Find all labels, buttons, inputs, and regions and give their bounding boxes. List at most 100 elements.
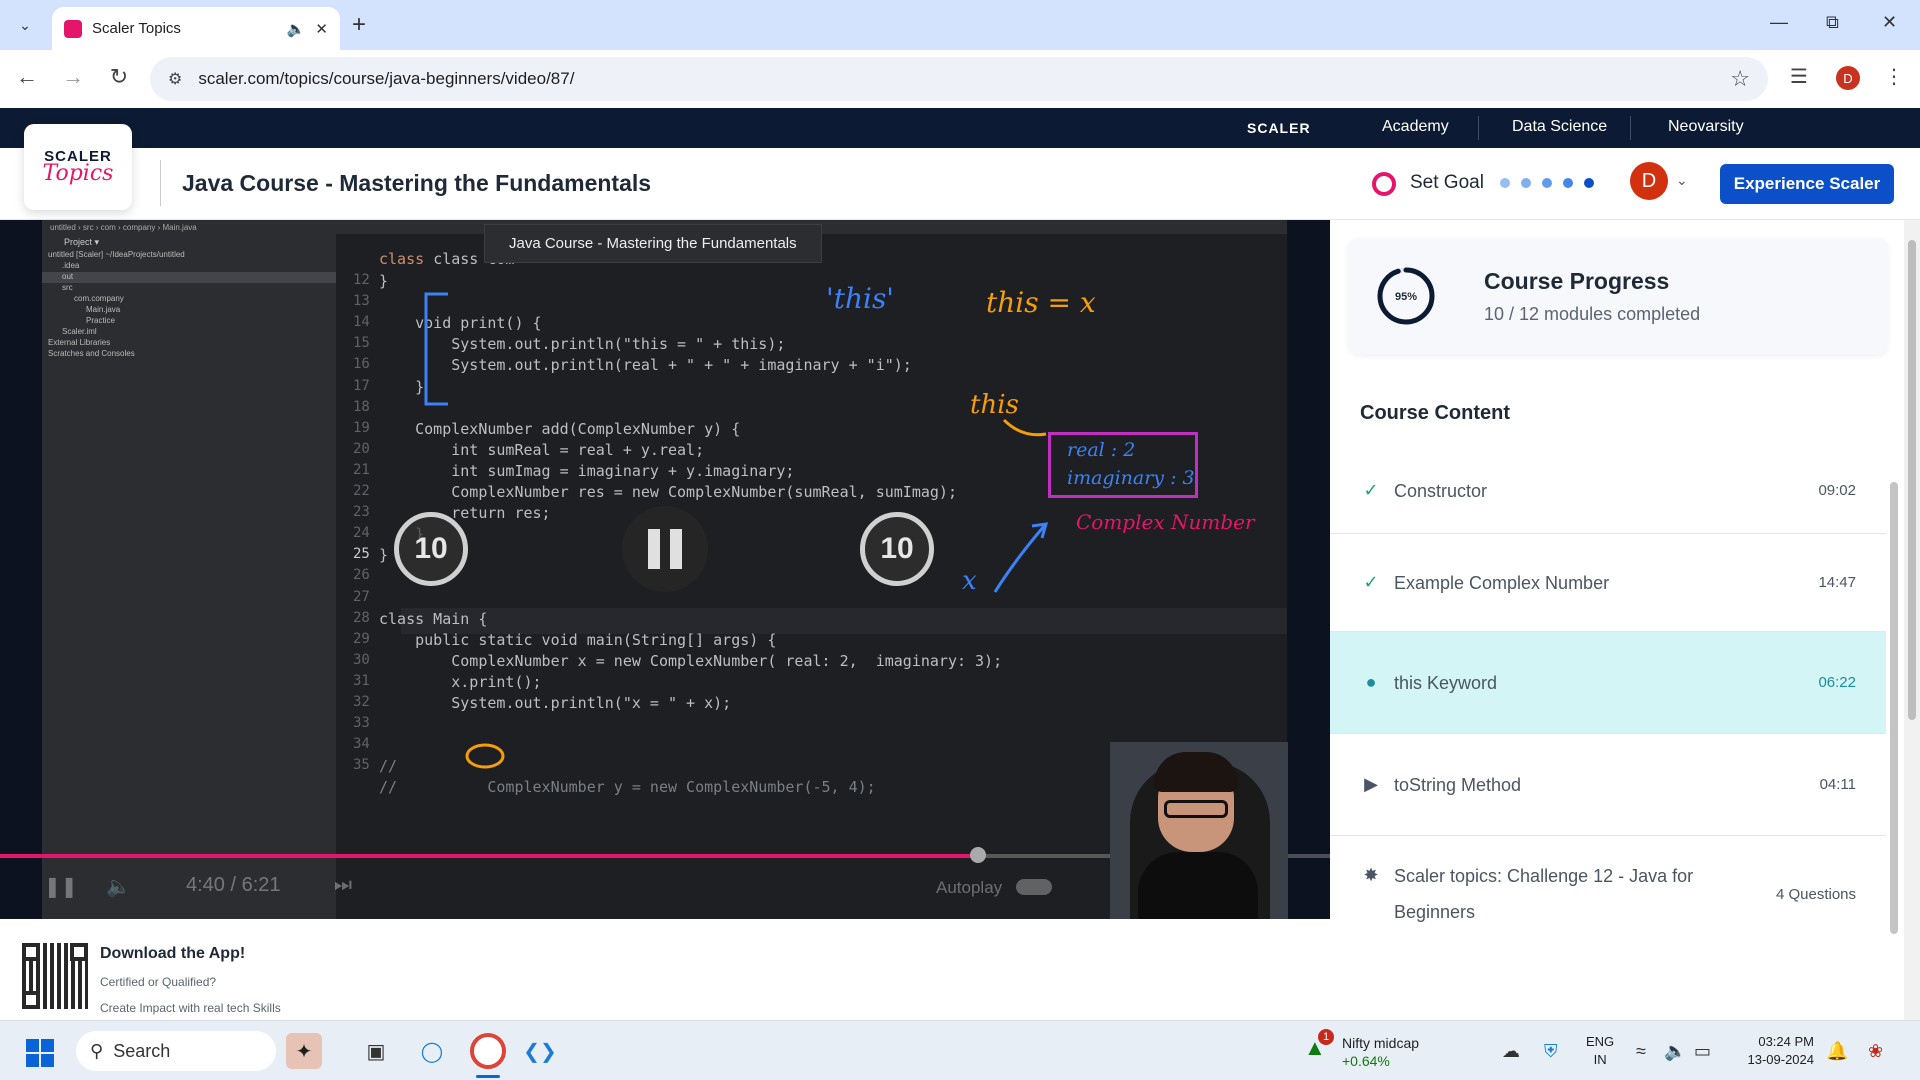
lesson-duration: 04:11 xyxy=(1819,776,1856,793)
video-scrubber[interactable] xyxy=(969,847,986,863)
annotation-circle xyxy=(465,743,505,769)
back-icon[interactable]: ← xyxy=(12,64,42,90)
copilot-icon[interactable]: ✦ xyxy=(286,1033,322,1069)
code-line: public static void main(String[] args) { xyxy=(379,630,777,649)
chrome-icon[interactable] xyxy=(470,1033,506,1069)
minimize-icon[interactable]: — xyxy=(1770,12,1788,33)
line-number: 12 xyxy=(353,272,370,288)
code-line: return res; xyxy=(379,504,551,523)
wifi-icon[interactable]: ≈ xyxy=(1636,1041,1646,1062)
line-number: 14 xyxy=(353,314,370,331)
nav-divider xyxy=(1630,116,1631,140)
omnibox[interactable]: ⚙ scaler.com/topics/course/java-beginner… xyxy=(150,57,1768,101)
reload-icon[interactable]: ↻ xyxy=(104,64,134,90)
taskbar-search[interactable]: ⚲ Search xyxy=(76,1031,276,1071)
onedrive-icon[interactable]: ☁ xyxy=(1502,1041,1520,1062)
chrome-menu-icon[interactable]: ⋮ xyxy=(1884,64,1904,89)
lesson-item[interactable]: ▶ toString Method 04:11 xyxy=(1330,734,1886,836)
line-number: 23 xyxy=(353,504,370,521)
nav-data-science[interactable]: Data Science xyxy=(1512,118,1607,136)
code-line: } xyxy=(379,546,389,565)
task-view-icon[interactable]: ▣ xyxy=(358,1033,394,1069)
nav-divider xyxy=(1478,116,1479,140)
pause-button[interactable] xyxy=(622,506,708,592)
bookmark-star-icon[interactable]: ☆ xyxy=(1730,66,1750,92)
nav-neovarsity[interactable]: Neovarsity xyxy=(1668,118,1744,136)
chrome-profile-avatar[interactable]: D xyxy=(1836,66,1860,90)
site-settings-icon[interactable]: ⚙ xyxy=(168,69,182,89)
download-title[interactable]: Download the App! xyxy=(100,945,245,963)
scaler-topics-logo[interactable]: SCALER Topics xyxy=(24,124,132,210)
defender-icon[interactable]: ⛨ xyxy=(1544,1041,1558,1062)
language-code: ENG xyxy=(1586,1034,1615,1049)
speaker-icon[interactable]: 🔈 xyxy=(287,20,306,38)
check-circle-icon: ✓ xyxy=(1363,480,1379,500)
logo-bottom-text: Topics xyxy=(42,161,114,186)
scaler-brand-link[interactable]: SCALER xyxy=(1247,120,1311,136)
line-number: 35 xyxy=(353,757,370,774)
url-text[interactable]: scaler.com/topics/course/java-beginners/… xyxy=(198,69,1730,89)
lesson-item[interactable]: ✓ Example Complex Number 14:47 xyxy=(1330,534,1886,632)
code-line: int sumImag = imaginary + y.imaginary; xyxy=(379,461,795,480)
code-line: // ComplexNumber y = new ComplexNumber(-… xyxy=(379,778,876,797)
notifications-bell-icon[interactable]: 🔔 xyxy=(1826,1041,1848,1062)
language-indicator[interactable]: ENG IN xyxy=(1586,1033,1614,1069)
code-line: System.out.println(real + " + " + imagin… xyxy=(379,356,912,375)
set-goal-button[interactable]: Set Goal xyxy=(1410,172,1484,194)
copilot-tray-icon[interactable]: ❀ xyxy=(1868,1041,1883,1062)
edge-icon[interactable]: ◯ xyxy=(414,1033,450,1069)
scaler-favicon-icon xyxy=(64,19,82,38)
next-video-icon[interactable]: ⏭ xyxy=(334,874,352,897)
lesson-item[interactable]: ✓ Constructor 09:02 xyxy=(1330,448,1886,534)
play-circle-icon: ▶ xyxy=(1364,774,1378,794)
battery-icon[interactable]: ▭ xyxy=(1694,1041,1711,1062)
course-progress-card: 95% Course Progress 10 / 12 modules comp… xyxy=(1348,238,1888,354)
close-tab-icon[interactable]: ✕ xyxy=(315,20,328,38)
tab-search-icon[interactable]: ⌄ xyxy=(10,10,40,40)
video-player[interactable]: untitled › src › com › company › Main.ja… xyxy=(0,220,1330,919)
download-subtitle: Certified or Qualified? xyxy=(100,975,217,989)
project-tree-item: src xyxy=(62,283,73,292)
scrollbar-thumb[interactable] xyxy=(1890,482,1898,934)
sidebar-inner-scrollbar[interactable] xyxy=(1888,462,1900,962)
forward-icon[interactable]: → xyxy=(58,64,88,90)
autoplay-toggle[interactable] xyxy=(1016,879,1052,895)
new-tab-icon[interactable]: + xyxy=(352,10,366,40)
chevron-down-icon[interactable]: ⌄ xyxy=(1676,172,1688,189)
widget-value: +0.64% xyxy=(1342,1053,1390,1069)
forward-10-button[interactable]: 10 xyxy=(860,512,934,586)
goal-progress-dots xyxy=(1500,178,1594,188)
header-divider xyxy=(160,160,161,206)
page-scrollbar[interactable] xyxy=(1904,220,1920,1020)
project-panel: Project ▾ untitled [Scaler] ~/IdeaProjec… xyxy=(42,234,337,919)
rewind-10-button[interactable]: 10 xyxy=(394,512,468,586)
code-line: // xyxy=(379,757,398,776)
project-tree: untitled [Scaler] ~/IdeaProjects/untitle… xyxy=(42,250,336,360)
volume-icon[interactable]: 🔈 xyxy=(106,874,131,899)
system-clock[interactable]: 03:24 PM 13-09-2024 xyxy=(1734,1033,1815,1069)
line-number: 20 xyxy=(353,440,370,457)
project-tree-item: out xyxy=(42,272,336,283)
volume-icon[interactable]: 🔈 xyxy=(1664,1041,1686,1062)
close-window-icon[interactable]: ✕ xyxy=(1882,12,1897,33)
scrollbar-thumb[interactable] xyxy=(1908,240,1916,720)
nav-academy[interactable]: Academy xyxy=(1382,118,1449,136)
vscode-icon[interactable]: ❮❯ xyxy=(522,1033,558,1069)
experience-scaler-button[interactable]: Experience Scaler xyxy=(1720,164,1894,204)
line-number: 22 xyxy=(353,483,370,499)
browser-tab[interactable]: Scaler Topics 🔈 ✕ xyxy=(52,7,340,50)
line-number: 19 xyxy=(353,419,370,436)
annotation-arrow xyxy=(1002,418,1047,437)
user-avatar[interactable]: D xyxy=(1630,162,1668,200)
stocks-widget[interactable]: ▲ 1 Nifty midcap +0.64% xyxy=(1304,1029,1419,1069)
project-tree-item: untitled [Scaler] ~/IdeaProjects/untitle… xyxy=(48,250,185,259)
windows-start-icon[interactable] xyxy=(26,1039,54,1067)
code-line: int sumReal = real + y.real; xyxy=(379,440,705,459)
goal-target-icon[interactable] xyxy=(1372,172,1396,196)
line-number: 17 xyxy=(353,377,370,394)
lesson-item-active[interactable]: ● this Keyword 06:22 xyxy=(1330,632,1886,734)
challenge-item[interactable]: ✸ Scaler topics: Challenge 12 - Java for… xyxy=(1330,836,1886,952)
media-controls-icon[interactable]: ☰ xyxy=(1790,64,1808,89)
restore-icon[interactable]: ⧉ xyxy=(1826,12,1839,33)
play-icon[interactable]: ❚❚ xyxy=(44,874,78,899)
